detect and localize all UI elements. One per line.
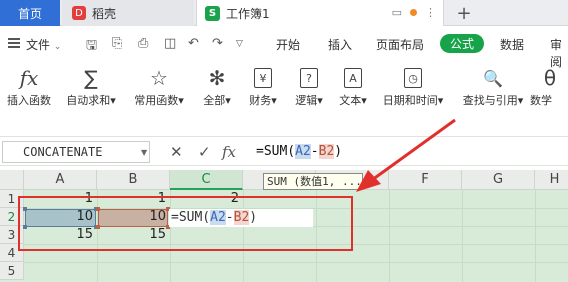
spreadsheet-logo-icon: S [205, 5, 220, 21]
text-label: 文本▾ [339, 94, 367, 107]
function-signature-tooltip: SUM (数值1, ... [263, 173, 363, 190]
column-header-a[interactable]: A [24, 170, 97, 190]
notification-dot-icon [410, 9, 417, 16]
common-functions-label: 常用函数▾ [134, 94, 184, 107]
menu-insert[interactable]: 插入 [328, 36, 352, 53]
column-header-c[interactable]: C [170, 170, 243, 190]
formula-bar: CONCATENATE ▼ ✕ ✓ fx =SUM(A2-B2) [0, 136, 568, 166]
magnifier-icon: 🔍 [483, 68, 503, 88]
column-header-f[interactable]: F [389, 170, 462, 190]
more-icon[interactable]: ⋮ [425, 6, 436, 19]
select-all-corner[interactable] [0, 170, 24, 190]
menu-file[interactable]: 文件 ⌄ [26, 36, 61, 53]
column-header-h[interactable]: H [535, 170, 568, 190]
clock-icon: ◷ [404, 68, 422, 88]
annotation-highlight-box [18, 196, 353, 251]
text-a-icon: A [344, 68, 362, 88]
tab-daoke[interactable]: D 稻壳 [62, 0, 194, 26]
grid-line [535, 190, 536, 282]
column-header-g[interactable]: G [462, 170, 535, 190]
function-icon: fx [19, 66, 39, 90]
save-icon[interactable]: 🖫 [86, 36, 97, 58]
export-icon[interactable]: ⎘ [112, 36, 122, 51]
chevron-down-icon: ⌄ [53, 42, 62, 52]
menu-formula[interactable]: 公式 [440, 34, 484, 53]
grid-line [24, 262, 568, 263]
date-time-button[interactable]: ◷ 日期和时间▾ [382, 64, 444, 108]
text-button[interactable]: A 文本▾ [322, 64, 384, 108]
math-theta-icon: θ [543, 66, 557, 90]
hamburger-icon[interactable] [8, 38, 20, 48]
date-time-label: 日期和时间▾ [382, 94, 444, 107]
monitor-icon[interactable]: ▭ [392, 6, 402, 19]
math-label: 数学 [530, 94, 552, 107]
new-tab-icon[interactable]: + [455, 0, 473, 26]
column-header-b[interactable]: B [97, 170, 170, 190]
quick-access-dropdown-icon[interactable]: ▽ [236, 39, 243, 49]
yen-icon: ¥ [254, 68, 272, 88]
cancel-icon[interactable]: ✕ [170, 143, 183, 161]
tab-daoke-label: 稻壳 [92, 6, 117, 21]
insert-function-label: 插入函数 [7, 94, 51, 107]
auto-sum-label: 自动求和▾ [66, 94, 116, 107]
auto-sum-button[interactable]: ∑ 自动求和▾ [60, 64, 122, 108]
formula-input[interactable]: =SUM(A2-B2) [256, 144, 342, 159]
insert-function-button[interactable]: fx 插入函数 [0, 64, 60, 108]
math-button[interactable]: θ 数学 [530, 64, 568, 108]
print-icon[interactable]: ⎙ [138, 36, 148, 51]
daoke-logo-icon: D [72, 6, 86, 20]
star-icon: ☆ [150, 66, 168, 90]
common-functions-button[interactable]: ☆ 常用函数▾ [128, 64, 190, 108]
question-icon: ? [300, 68, 318, 88]
name-box-dropdown-icon[interactable]: ▼ [141, 148, 147, 157]
name-box[interactable]: CONCATENATE [2, 141, 150, 163]
tab-workbook-label: 工作簿1 [226, 6, 270, 21]
row-header-5[interactable]: 5 [0, 262, 24, 280]
fx-icon[interactable]: fx [222, 143, 236, 161]
lookup-reference-button[interactable]: 🔍 查找与引用▾ [462, 64, 524, 108]
menu-bar: 文件 ⌄ 🖫 ⎘ ⎙ ◫ ↶ ↷ ▽ 开始 插入 页面布局 公式 数据 审阅 [0, 30, 568, 69]
tab-bar: 首页 D 稻壳 S 工作簿1 ▭ ⋮ + [0, 0, 568, 26]
confirm-icon[interactable]: ✓ [198, 143, 211, 161]
sigma-icon: ∑ [84, 66, 98, 90]
tab-home[interactable]: 首页 [0, 0, 60, 26]
ribbon: fx 插入函数 ∑ 自动求和▾ ☆ 常用函数▾ ✻ 全部▾ ¥ 财务▾ ? 逻辑… [0, 62, 568, 122]
redo-icon[interactable]: ↷ [212, 36, 223, 51]
menu-page-layout[interactable]: 页面布局 [376, 36, 424, 53]
grid-line [389, 190, 390, 282]
undo-icon[interactable]: ↶ [188, 36, 199, 51]
lookup-reference-label: 查找与引用▾ [462, 94, 524, 107]
menu-start[interactable]: 开始 [276, 36, 300, 53]
menu-data[interactable]: 数据 [500, 36, 524, 53]
grid-line [462, 190, 463, 282]
preview-icon[interactable]: ◫ [164, 36, 176, 51]
tab-tools: ▭ ⋮ [392, 6, 436, 19]
